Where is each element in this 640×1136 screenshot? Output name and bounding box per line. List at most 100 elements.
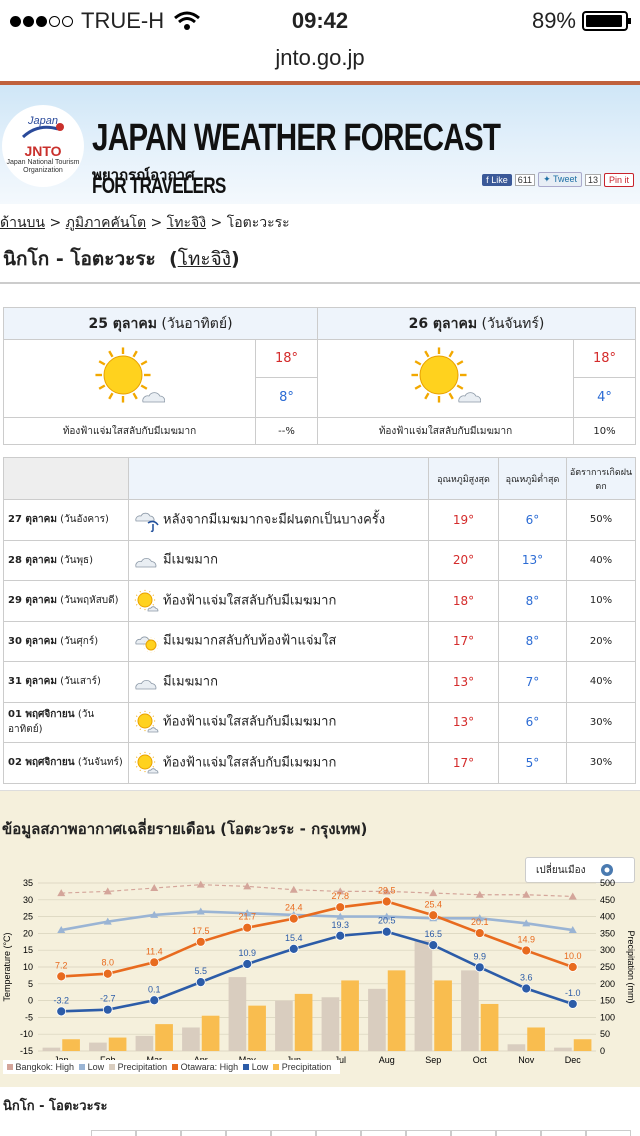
legend-item[interactable]: Bangkok: High <box>7 1062 74 1072</box>
data-point <box>288 913 299 924</box>
y-tick-label: 25 <box>23 911 33 921</box>
y-tick-label: 20 <box>23 928 33 938</box>
legend-item[interactable]: Precipitation <box>109 1062 167 1072</box>
cloud-icon <box>135 679 157 690</box>
row-date: 28 ตุลาคม (วันพุธ) <box>3 539 129 581</box>
y-tick-label: 10 <box>23 962 33 972</box>
forecast-row: 29 ตุลาคม (วันพฤหัสบดี) ท้องฟ้าแจ่มใสสลั… <box>3 580 636 622</box>
month-col-header: มิถุนาย <box>316 1129 361 1136</box>
row-rain: 30% <box>566 742 636 784</box>
y2-tick-label: 300 <box>600 945 615 955</box>
row-desc: มีเมฆมาก <box>163 674 218 690</box>
breadcrumb-home[interactable]: ด้านบน <box>0 215 45 231</box>
data-point <box>381 926 392 937</box>
precip-bar-bangkok <box>228 976 247 1051</box>
y-tick-label: 35 <box>23 879 33 888</box>
data-point <box>567 961 578 972</box>
row-high: 13° <box>428 661 499 703</box>
x-tick-label: Sep <box>425 1055 441 1065</box>
row-high: 18° <box>428 580 499 622</box>
data-label: 19.3 <box>331 919 349 929</box>
row-low: 6° <box>498 499 567 541</box>
data-point <box>242 958 253 969</box>
change-city-label: เปลี่ยนเมือง <box>536 864 586 876</box>
day1-desc: ท้องฟ้าแจ่มใสสลับกับมีเมฆมาก <box>3 417 256 445</box>
y2-tick-label: 350 <box>600 928 615 938</box>
data-label: -1.0 <box>565 987 581 997</box>
day2-high: 18° <box>573 339 636 378</box>
y2-tick-label: 250 <box>600 962 615 972</box>
pinterest-button[interactable]: Pin it <box>603 172 634 187</box>
legend-item[interactable]: Low <box>243 1062 268 1072</box>
row-desc-cell: ท้องฟ้าแจ่มใสสลับกับมีเมฆมาก <box>128 701 429 743</box>
breadcrumb-current: โอตะวะระ <box>226 215 290 231</box>
data-point <box>195 936 206 947</box>
url-bar[interactable]: jnto.go.jp <box>0 44 640 80</box>
row-desc-cell: มีเมฆมากสลับกับท้องฟ้าแจ่มใส <box>128 620 429 662</box>
two-day-forecast: 25 ตุลาคม (วันอาทิตย์) 26 ตุลาคม (วันจัน… <box>3 307 636 445</box>
y-tick-label: 30 <box>23 894 33 904</box>
breadcrumb-prefecture[interactable]: โทะจิงิ <box>167 215 206 231</box>
row-desc-cell: มีเมฆมาก <box>128 539 429 581</box>
sun-cloud-icon <box>410 347 481 403</box>
legend-item[interactable]: Precipitation <box>273 1062 331 1072</box>
region-link[interactable]: โทะจิงิ <box>178 248 231 270</box>
data-label: 5.5 <box>194 966 207 976</box>
data-point <box>474 927 485 938</box>
like-label: Like <box>491 174 508 185</box>
data-point <box>149 956 160 967</box>
precip-bar-otawara <box>434 979 452 1051</box>
data-label: 24.4 <box>285 902 303 912</box>
month-col-header: กุมภาพั <box>136 1129 181 1136</box>
breadcrumb-sep: > <box>210 215 223 231</box>
row-rain: 30% <box>566 701 636 743</box>
data-point <box>289 885 298 893</box>
precip-bar-otawara <box>155 1023 173 1051</box>
legend-item[interactable]: Otawara: High <box>172 1062 238 1072</box>
header-low: อุณหภูมิต่ำสุด <box>498 457 567 500</box>
row-desc: มีเมฆมาก <box>163 552 218 568</box>
logo-swirl-icon <box>21 123 64 139</box>
y-axis-label: Temperature (°C) <box>2 932 12 1001</box>
data-point <box>102 1004 113 1015</box>
facebook-like-button[interactable]: f Like <box>482 173 512 186</box>
breadcrumb-sep: > <box>150 215 163 231</box>
y-tick-label: -10 <box>20 1029 33 1039</box>
data-label: 10.9 <box>238 947 256 957</box>
data-point <box>429 888 438 896</box>
data-label: 9.9 <box>473 951 486 961</box>
precip-bar-bangkok <box>89 1042 107 1051</box>
page-title-text: นิกโก - โอตะวะระ <box>3 248 156 270</box>
data-point <box>521 945 532 955</box>
y2-tick-label: 100 <box>600 1012 615 1022</box>
precip-bar-otawara <box>108 1037 127 1051</box>
forecast-row: 27 ตุลาคม (วันอังคาร) หลังจากมีเมฆมากจะม… <box>3 499 636 541</box>
precip-bar-bangkok <box>507 1043 526 1051</box>
x-tick-label: Aug <box>379 1055 395 1065</box>
x-tick-label: Dec <box>565 1055 582 1065</box>
status-bar: TRUE-H 09:42 89% <box>0 0 640 44</box>
data-point <box>335 901 346 912</box>
y2-tick-label: 50 <box>600 1029 610 1039</box>
y2-tick-label: 150 <box>600 995 615 1005</box>
battery-icon <box>582 11 631 31</box>
legend-swatch <box>109 1063 116 1070</box>
legend-item[interactable]: Low <box>79 1062 104 1072</box>
month-col-header: เมษายน <box>226 1129 271 1136</box>
row-desc: มีเมฆมากสลับกับท้องฟ้าแจ่มใส <box>163 633 337 649</box>
data-point <box>568 891 577 899</box>
data-label: 7.2 <box>55 960 68 970</box>
jnto-logo[interactable]: Japan JNTO Japan National Tourism Organi… <box>2 105 84 187</box>
row-low: 13° <box>498 539 567 581</box>
forecast-row: 30 ตุลาคม (วันศุกร์) มีเมฆมากสลับกับท้อง… <box>3 620 636 662</box>
monthly-climate-chart: -15-10-505101520253035050100150200250300… <box>2 879 636 1065</box>
chart-legend: Bangkok: High Low Precipitation Otawara:… <box>3 1059 341 1074</box>
month-col-header: ธันวาค <box>586 1129 631 1136</box>
breadcrumb-region[interactable]: ภูมิภาคคันโต <box>66 215 146 231</box>
x-tick-label: Oct <box>473 1055 488 1065</box>
data-point <box>56 971 67 981</box>
tweet-button[interactable]: ✦ Tweet <box>538 172 582 187</box>
data-label: 15.4 <box>285 932 303 942</box>
data-label: 21.7 <box>238 911 256 921</box>
precip-bar-otawara <box>480 1003 499 1051</box>
